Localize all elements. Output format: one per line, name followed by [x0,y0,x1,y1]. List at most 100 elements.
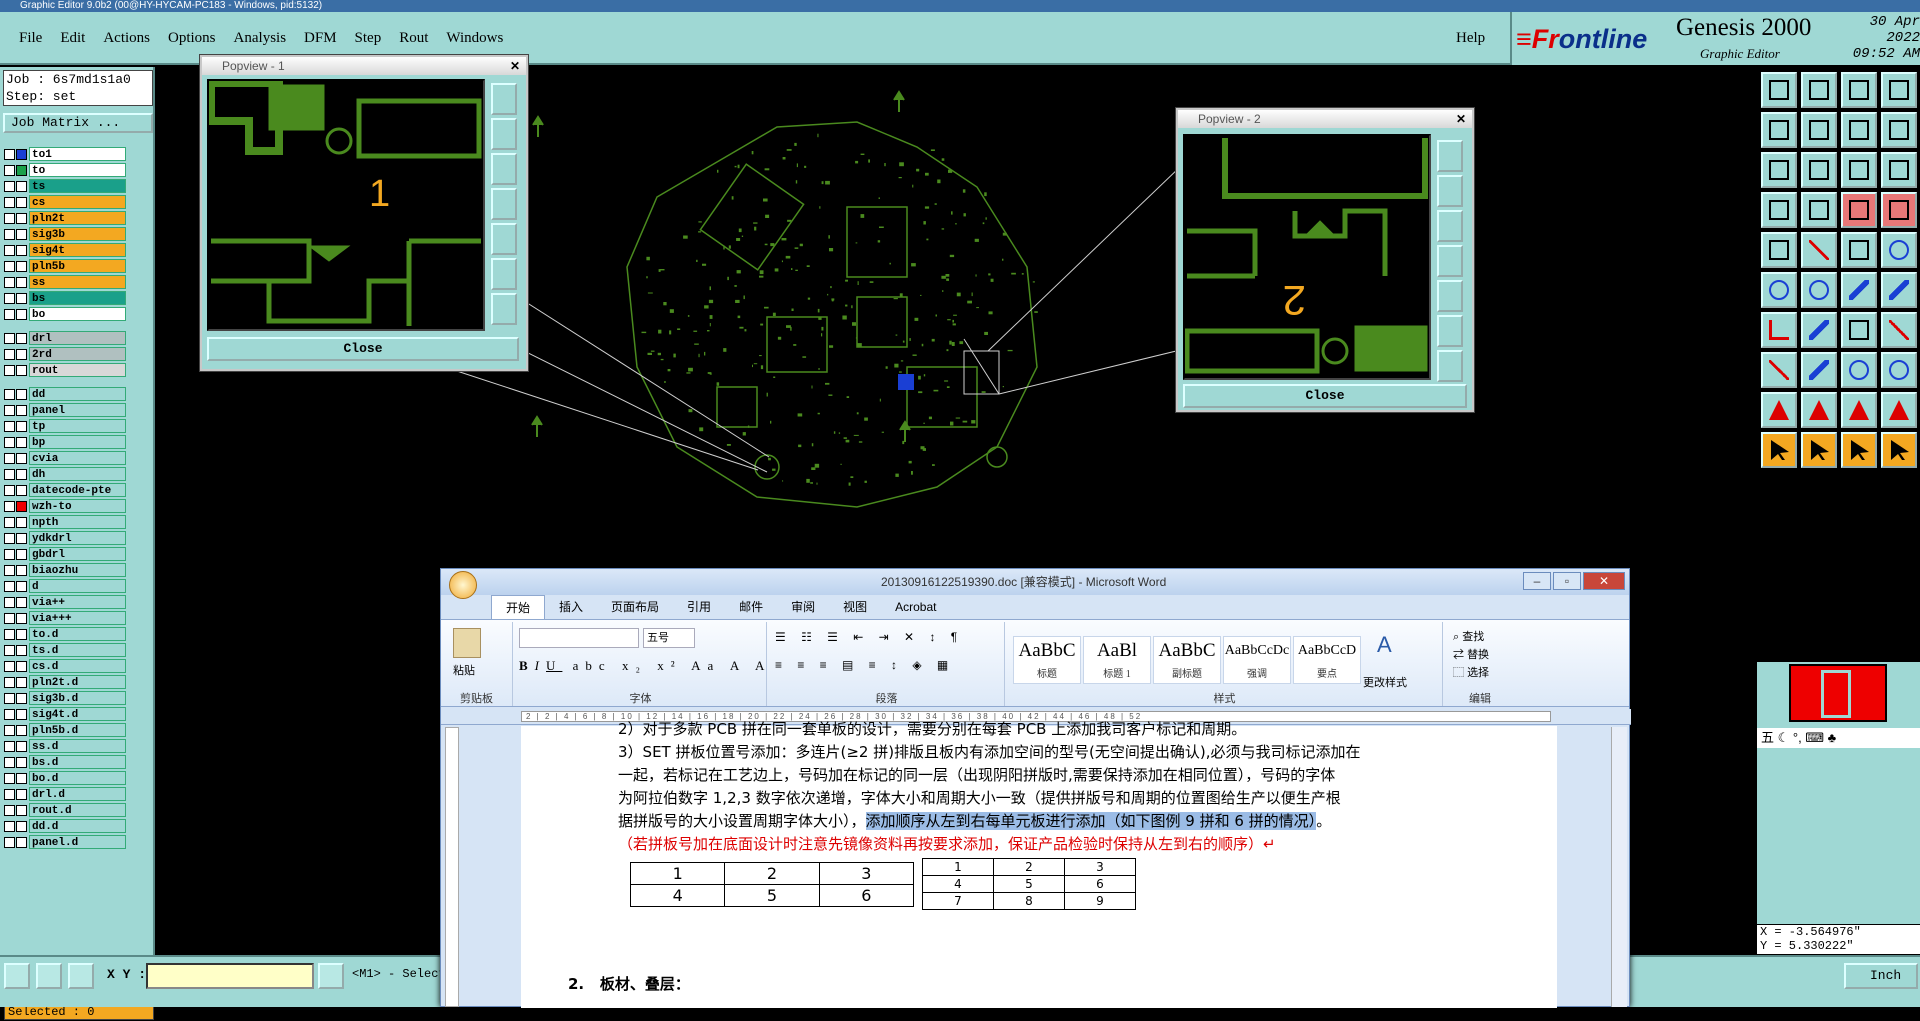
layer-checkbox[interactable] [4,756,15,768]
center-button[interactable] [491,258,517,290]
menu-analysis[interactable]: Analysis [225,30,296,47]
layer-name[interactable]: npth [29,515,126,529]
menu-step[interactable]: Step [346,30,391,47]
layer-checkbox[interactable] [4,580,15,592]
layer-name[interactable]: ss.d [29,739,126,753]
office-button[interactable] [449,571,477,599]
layer-color-swatch[interactable] [16,708,27,720]
layer-name[interactable]: ts.d [29,643,126,657]
layer-row[interactable]: sig4t [4,242,126,258]
menu-actions[interactable]: Actions [94,30,159,47]
layer-checkbox[interactable] [4,260,15,272]
layer-row[interactable]: pln2t [4,210,126,226]
list-buttons[interactable]: ☰ ☷ ☰ ⇤ ⇥ ✕ ↕ ¶ [775,630,963,644]
layer-name[interactable]: sig3b.d [29,691,126,705]
zoom-out-button[interactable] [491,118,517,150]
layer-row[interactable]: rout [4,362,126,378]
replace-button[interactable]: ⇄ 替换 [1453,646,1489,662]
layer-color-swatch[interactable] [16,564,27,576]
layer-color-swatch[interactable] [16,148,27,160]
ribbon-tab[interactable]: 引用 [673,595,725,619]
measure-icon[interactable] [36,963,62,989]
layer-color-swatch[interactable] [16,196,27,208]
layer-row[interactable]: sig3b.d [4,690,126,706]
layer-row[interactable]: ts.d [4,642,126,658]
layer-checkbox[interactable] [4,276,15,288]
tool-button-26[interactable] [1801,312,1837,348]
layer-name[interactable]: to [29,163,126,177]
tool-button-28[interactable] [1881,312,1917,348]
layer-color-swatch[interactable] [16,452,27,464]
layer-name[interactable]: pln2t.d [29,675,126,689]
menu-options[interactable]: Options [159,30,225,47]
layer-color-swatch[interactable] [16,740,27,752]
tool-button-4[interactable] [1881,72,1917,108]
layer-name[interactable]: bp [29,435,126,449]
tool-button-20[interactable] [1881,232,1917,268]
paste-label[interactable]: 粘贴 [453,662,475,678]
layer-name[interactable]: 2rd [29,347,126,361]
layer-checkbox[interactable] [4,660,15,672]
layer-color-swatch[interactable] [16,532,27,544]
menu-edit[interactable]: Edit [51,30,94,47]
layer-name[interactable]: gbdrl [29,547,126,561]
layer-name[interactable]: via+++ [29,611,126,625]
layer-color-swatch[interactable] [16,516,27,528]
layer-name[interactable]: to.d [29,627,126,641]
layer-color-swatch[interactable] [16,164,27,176]
zoom-in-button[interactable] [1437,140,1463,172]
layer-row[interactable]: via+++ [4,610,126,626]
layer-color-swatch[interactable] [16,332,27,344]
layer-color-swatch[interactable] [16,580,27,592]
align-buttons[interactable]: ≡ ≡ ≡ ▤ ≡ ↕ ◈ ▦ [775,658,954,672]
fit-button[interactable] [1437,280,1463,312]
layer-row[interactable]: drl.d [4,786,126,802]
tool-button-35[interactable] [1841,392,1877,428]
layer-checkbox[interactable] [4,724,15,736]
layer-row[interactable]: dd.d [4,818,126,834]
layer-row[interactable]: to.d [4,626,126,642]
layer-color-swatch[interactable] [16,692,27,704]
layer-name[interactable]: dd.d [29,819,126,833]
tool-button-39[interactable] [1841,432,1877,468]
popview-1-close-button[interactable]: Close [207,337,519,361]
layer-row[interactable]: cs.d [4,658,126,674]
layer-checkbox[interactable] [4,148,15,160]
tool-button-18[interactable] [1801,232,1837,268]
popview-2-close-button[interactable]: Close [1183,384,1467,408]
layer-color-swatch[interactable] [16,772,27,784]
layer-name[interactable]: ss [29,275,126,289]
tool-button-8[interactable] [1881,112,1917,148]
layer-row[interactable]: npth [4,514,126,530]
close-icon[interactable]: ✕ [1456,110,1466,128]
layer-checkbox[interactable] [4,308,15,320]
minimize-icon[interactable]: – [1523,572,1551,590]
layer-checkbox[interactable] [4,564,15,576]
layer-row[interactable]: ss.d [4,738,126,754]
snap-icon[interactable] [4,963,30,989]
menu-file[interactable]: File [10,30,51,47]
layer-checkbox[interactable] [4,676,15,688]
layer-checkbox[interactable] [4,348,15,360]
layer-row[interactable]: bs.d [4,754,126,770]
layer-color-swatch[interactable] [16,804,27,816]
layer-name[interactable]: to1 [29,147,126,161]
layer-row[interactable]: biaozhu [4,562,126,578]
layer-row[interactable]: bs [4,290,126,306]
layer-checkbox[interactable] [4,388,15,400]
layer-row[interactable]: sig3b [4,226,126,242]
tool-button-13[interactable] [1761,192,1797,228]
layer-row[interactable]: dh [4,466,126,482]
layer-row[interactable]: panel [4,402,126,418]
tool-button-17[interactable] [1761,232,1797,268]
layer-color-swatch[interactable] [16,484,27,496]
layer-color-swatch[interactable] [16,420,27,432]
style-swatch[interactable]: AaBbCcDc 强调 [1223,636,1291,684]
tool-button-9[interactable] [1761,152,1797,188]
layer-checkbox[interactable] [4,836,15,848]
popview-2-view[interactable]: 2 [1183,134,1431,380]
tool-button-12[interactable] [1881,152,1917,188]
layer-checkbox[interactable] [4,804,15,816]
layer-color-swatch[interactable] [16,404,27,416]
layer-row[interactable]: to [4,162,126,178]
